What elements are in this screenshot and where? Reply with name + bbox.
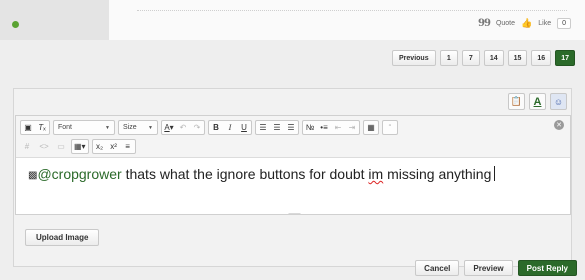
text-format-icon[interactable]: A — [529, 93, 546, 110]
page-button[interactable]: 15 — [507, 50, 528, 66]
content-text: thats what the ignore buttons for doubt — [121, 166, 369, 182]
chevron-down-icon: ▼ — [105, 124, 110, 131]
page-button[interactable]: 16 — [531, 50, 552, 66]
text-color-icon[interactable]: A ▾ — [162, 121, 176, 134]
source-icon[interactable]: ▣ — [21, 121, 35, 134]
reply-editor: 📋 A ☺ ▣ Tₓ Font ▼ Size ▼ A ▾ ↶ ↷ B I U ☰… — [13, 88, 572, 267]
redo-icon[interactable]: ↷ — [190, 121, 204, 134]
upload-image-button[interactable]: Upload Image — [25, 229, 100, 246]
editor-toolbar: ▣ Tₓ Font ▼ Size ▼ A ▾ ↶ ↷ B I U ☰ ☰ ☰ №… — [16, 116, 570, 158]
align-center-icon[interactable]: ☰ — [270, 121, 284, 134]
size-select-label: Size — [123, 124, 137, 131]
reply-panel: Previous 1 7 14 15 16 17 📋 A ☺ ▣ Tₓ Font — [0, 40, 585, 280]
page-button[interactable]: 1 — [439, 50, 458, 66]
align-right-icon[interactable]: ☰ — [284, 121, 298, 134]
editor-mode-icons: 📋 A ☺ — [508, 93, 567, 110]
post-separator — [137, 10, 567, 11]
quote-link[interactable]: Quote — [496, 20, 515, 27]
pagination: Previous 1 7 14 15 16 17 — [391, 50, 575, 66]
cancel-button[interactable]: Cancel — [415, 260, 460, 276]
previous-page-button[interactable]: Previous — [391, 50, 436, 66]
font-select-label: Font — [58, 124, 73, 131]
table-icon[interactable]: ▦▾ — [72, 140, 88, 153]
thumbs-up-icon[interactable]: 👍 — [521, 18, 532, 29]
toolbar-group-quote: “ — [382, 120, 398, 135]
preview-button[interactable]: Preview — [464, 260, 513, 276]
remove-format-icon[interactable]: Tₓ — [35, 121, 49, 134]
size-select[interactable]: Size ▼ — [118, 120, 158, 135]
toolbar-group-lists: № •≡ ⇤ ⇥ — [302, 120, 360, 135]
numbered-list-icon[interactable]: № — [303, 121, 317, 134]
subscript-icon[interactable]: x₂ — [93, 140, 107, 153]
resize-handle[interactable]: ············ — [288, 211, 301, 217]
php-icon[interactable]: ▭ — [54, 140, 68, 153]
blockquote-icon[interactable]: “ — [383, 121, 397, 134]
misspelled-word: im — [368, 166, 384, 182]
page-button[interactable]: 14 — [483, 50, 504, 66]
page-button[interactable]: 7 — [461, 50, 480, 66]
toolbar-row-1: ▣ Tₓ Font ▼ Size ▼ A ▾ ↶ ↷ B I U ☰ ☰ ☰ №… — [20, 120, 398, 135]
post-body: 99 Quote 👍 Like 0 — [109, 0, 585, 40]
post-actions: 99 Quote 👍 Like 0 — [478, 15, 571, 31]
current-page-button[interactable]: 17 — [555, 50, 575, 66]
bold-icon[interactable]: B — [209, 121, 223, 134]
align-left-icon[interactable]: ☰ — [256, 121, 270, 134]
like-link[interactable]: Like — [538, 20, 551, 27]
editor-area: ▣ Tₓ Font ▼ Size ▼ A ▾ ↶ ↷ B I U ☰ ☰ ☰ №… — [15, 115, 571, 217]
underline-icon[interactable]: U — [237, 121, 251, 134]
toolbar-group-align: ☰ ☰ ☰ — [255, 120, 299, 135]
content-text-end: missing anything — [383, 166, 492, 182]
outdent-icon[interactable]: ⇤ — [331, 121, 345, 134]
indent-icon[interactable]: ⇥ — [345, 121, 359, 134]
toolbar-group-color-history: A ▾ ↶ ↷ — [161, 120, 205, 135]
toolbar-group-media: ▦ — [363, 120, 379, 135]
toolbar-row-2: # <> ▭ ▦▾ x₂ x² ≡ — [20, 139, 136, 154]
code-icon[interactable]: <> — [37, 140, 51, 153]
like-count: 0 — [557, 17, 571, 29]
quote-icon[interactable]: 99 — [478, 18, 491, 29]
editor-content[interactable]: ▩@cropgrower thats what the ignore butto… — [28, 166, 496, 182]
toolbar-group-script: x₂ x² ≡ — [91, 139, 136, 154]
post-footer: 99 Quote 👍 Like 0 — [0, 0, 585, 40]
post-reply-button[interactable]: Post Reply — [517, 260, 577, 276]
post-author-column — [0, 0, 109, 40]
reply-actions: Cancel Preview Post Reply — [415, 260, 577, 276]
close-icon[interactable]: ✕ — [554, 120, 564, 130]
font-select[interactable]: Font ▼ — [53, 120, 115, 135]
clipboard-icon[interactable]: 📋 — [508, 93, 525, 110]
horizontal-rule-icon[interactable]: ≡ — [121, 140, 135, 153]
superscript-icon[interactable]: x² — [107, 140, 121, 153]
text-caret — [494, 166, 496, 181]
hashtag-icon[interactable]: # — [20, 140, 34, 153]
toolbar-group-source: ▣ Tₓ — [20, 120, 50, 135]
bulleted-list-icon[interactable]: •≡ — [317, 121, 331, 134]
undo-icon[interactable]: ↶ — [176, 121, 190, 134]
online-status-icon — [12, 21, 19, 28]
toolbar-group-table: ▦▾ — [71, 139, 89, 154]
toolbar-group-style: B I U — [208, 120, 252, 135]
chevron-down-icon: ▼ — [148, 124, 153, 131]
user-mention[interactable]: @cropgrower — [37, 166, 121, 182]
image-icon[interactable]: ▦ — [364, 121, 378, 134]
italic-icon[interactable]: I — [223, 121, 237, 134]
smiley-icon[interactable]: ☺ — [550, 93, 567, 110]
